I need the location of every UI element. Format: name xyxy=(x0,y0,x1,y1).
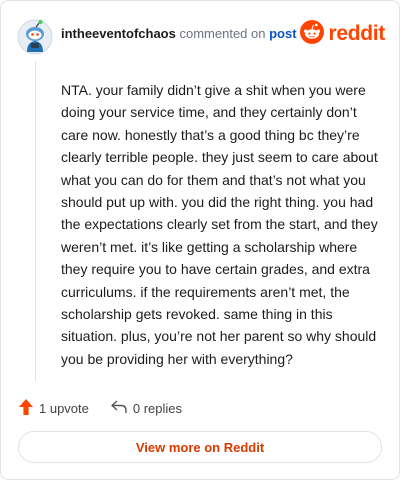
comment-header: intheeventofchaos commented on post redd xyxy=(17,15,385,55)
byline-action-text: commented on xyxy=(179,26,266,41)
view-more-button[interactable]: View more on Reddit xyxy=(18,431,382,463)
replies-button[interactable]: 0 replies xyxy=(111,399,183,417)
username-link[interactable]: intheeventofchaos xyxy=(61,26,176,41)
upvote-arrow-icon xyxy=(19,398,33,418)
comment-body: NTA. your family didn’t give a shit when… xyxy=(61,82,378,367)
replies-count: 0 replies xyxy=(132,400,183,416)
comment-byline: intheeventofchaos commented on post xyxy=(61,26,297,41)
comment-actions: 1 upvote 0 replies xyxy=(19,397,182,419)
comment-embed-card: intheeventofchaos commented on post redd xyxy=(0,0,400,480)
upvote-count: 1 upvote xyxy=(39,400,89,416)
thread-line xyxy=(35,61,36,381)
reddit-wordmark: reddit xyxy=(328,22,385,45)
reddit-brand[interactable]: reddit xyxy=(300,19,385,49)
reply-arrow-icon xyxy=(111,399,127,417)
snoo-avatar-icon[interactable] xyxy=(17,19,53,55)
post-link[interactable]: post xyxy=(269,26,296,41)
reddit-logo-icon xyxy=(300,19,325,49)
upvote-button[interactable]: 1 upvote xyxy=(19,398,89,418)
